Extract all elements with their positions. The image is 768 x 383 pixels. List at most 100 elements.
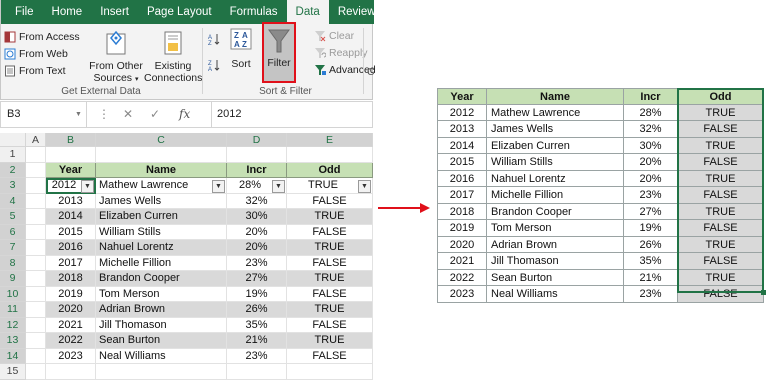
cell-odd[interactable]: TRUE	[287, 333, 373, 349]
cell-year[interactable]: 2021	[46, 317, 96, 333]
result-year-cell[interactable]: 2016	[437, 170, 487, 187]
cell-odd[interactable]: TRUE	[287, 240, 373, 256]
result-name-cell[interactable]: Jill Thomason	[487, 253, 624, 270]
tab-home[interactable]: Home	[43, 0, 92, 24]
row-header-4[interactable]: 4	[0, 193, 26, 209]
sort-za-button[interactable]: ZA	[207, 58, 221, 73]
result-odd-cell[interactable]: FALSE	[678, 121, 764, 138]
result-odd-cell[interactable]: TRUE	[678, 104, 764, 121]
cell-a11[interactable]	[26, 302, 46, 318]
cell-a15[interactable]	[26, 364, 46, 380]
cell-a9[interactable]	[26, 271, 46, 287]
result-year-cell[interactable]: 2014	[437, 137, 487, 154]
result-name-cell[interactable]: Nahuel Lorentz	[487, 170, 624, 187]
cell-empty[interactable]	[287, 364, 373, 380]
row-header-1[interactable]: 1	[0, 147, 26, 163]
cell-odd[interactable]: TRUE	[287, 302, 373, 318]
from-other-sources-button[interactable]: From Other Sources ▾	[87, 30, 145, 86]
sort-az-button[interactable]: AZ	[207, 32, 221, 47]
cell-incr[interactable]: 27%	[227, 271, 287, 287]
row-header-12[interactable]: 12	[0, 317, 26, 333]
result-incr-cell[interactable]: 35%	[624, 253, 678, 270]
cell-a8[interactable]	[26, 255, 46, 271]
filter-dropdown-icon[interactable]: ▼	[272, 180, 285, 193]
cell-odd[interactable]: TRUE ▼	[287, 178, 373, 194]
cell-year[interactable]: 2019	[46, 286, 96, 302]
result-name-cell[interactable]: Adrian Brown	[487, 236, 624, 253]
result-year-cell[interactable]: 2012	[437, 104, 487, 121]
cell-incr[interactable]: 26%	[227, 302, 287, 318]
result-incr-cell[interactable]: 23%	[624, 187, 678, 204]
result-incr-cell[interactable]: 19%	[624, 220, 678, 237]
result-name-cell[interactable]: Neal Williams	[487, 286, 624, 303]
cell-incr[interactable]: 35%	[227, 317, 287, 333]
cell-a2[interactable]	[26, 162, 46, 178]
cell-incr[interactable]: 23%	[227, 348, 287, 364]
insert-function-icon[interactable]: fx	[179, 102, 190, 127]
result-odd-cell[interactable]: FALSE	[678, 187, 764, 204]
result-odd-cell[interactable]: TRUE	[678, 236, 764, 253]
cell-name[interactable]: Nahuel Lorentz	[96, 240, 227, 256]
filter-dropdown-icon[interactable]: ▼	[81, 180, 94, 193]
result-name-cell[interactable]: Elizaben Curren	[487, 137, 624, 154]
tab-review[interactable]: Review	[329, 0, 385, 24]
column-header-d[interactable]: D	[227, 133, 287, 147]
cell-name[interactable]: William Stills	[96, 224, 227, 240]
result-name-cell[interactable]: Michelle Fillion	[487, 187, 624, 204]
row-header-13[interactable]: 13	[0, 333, 26, 349]
result-name-cell[interactable]: Mathew Lawrence	[487, 104, 624, 121]
result-year-cell[interactable]: 2015	[437, 154, 487, 171]
result-year-header[interactable]: Year	[437, 88, 487, 105]
cell-incr[interactable]: 20%	[227, 224, 287, 240]
cell-a13[interactable]	[26, 333, 46, 349]
cell-odd[interactable]: TRUE	[287, 271, 373, 287]
result-incr-header[interactable]: Incr	[624, 88, 678, 105]
result-name-cell[interactable]: Tom Merson	[487, 220, 624, 237]
cell-name[interactable]: Sean Burton	[96, 333, 227, 349]
row-header-3[interactable]: 3	[0, 178, 26, 194]
cell-name[interactable]: Brandon Cooper	[96, 271, 227, 287]
enter-check-icon[interactable]: ✓	[150, 102, 160, 127]
sort-button[interactable]: Z A A Z Sort	[226, 28, 256, 70]
row-header-2[interactable]: 2	[0, 162, 26, 178]
cell-a14[interactable]	[26, 348, 46, 364]
row-header-8[interactable]: 8	[0, 255, 26, 271]
cell-year[interactable]: 2022	[46, 333, 96, 349]
chevron-down-icon[interactable]: ▼	[75, 111, 82, 118]
result-name-cell[interactable]: Brandon Cooper	[487, 203, 624, 220]
result-incr-cell[interactable]: 23%	[624, 286, 678, 303]
result-incr-cell[interactable]: 27%	[624, 203, 678, 220]
cell-name[interactable]: Neal Williams	[96, 348, 227, 364]
result-year-cell[interactable]: 2018	[437, 203, 487, 220]
cell-incr[interactable]: 32%	[227, 193, 287, 209]
formula-input[interactable]: 2012	[211, 102, 372, 127]
tab-file[interactable]: File	[1, 0, 43, 24]
tab-data[interactable]: Data	[286, 0, 329, 24]
row-header-15[interactable]: 15	[0, 364, 26, 380]
cell-odd[interactable]: FALSE	[287, 286, 373, 302]
row-header-14[interactable]: 14	[0, 348, 26, 364]
cell-incr[interactable]: 21%	[227, 333, 287, 349]
row-header-9[interactable]: 9	[0, 271, 26, 287]
cell-empty[interactable]	[227, 364, 287, 380]
odd-header[interactable]: Odd	[287, 162, 373, 178]
column-header-c[interactable]: C	[96, 133, 227, 147]
result-odd-cell[interactable]: FALSE	[678, 154, 764, 171]
result-odd-cell[interactable]: TRUE	[678, 170, 764, 187]
cell-a3[interactable]	[26, 178, 46, 194]
cell-year[interactable]: 2016	[46, 240, 96, 256]
cell-empty[interactable]	[96, 364, 227, 380]
fill-handle[interactable]	[761, 290, 766, 295]
cell-a5[interactable]	[26, 209, 46, 225]
incr-header[interactable]: Incr	[227, 162, 287, 178]
cell-year[interactable]: 2023	[46, 348, 96, 364]
result-incr-cell[interactable]: 30%	[624, 137, 678, 154]
result-name-cell[interactable]: James Wells	[487, 121, 624, 138]
from-text-button[interactable]: From Text	[4, 62, 80, 79]
result-odd-cell[interactable]: TRUE	[678, 269, 764, 286]
tab-formulas[interactable]: Formulas	[221, 0, 287, 24]
cell-incr[interactable]: 19%	[227, 286, 287, 302]
result-name-cell[interactable]: Sean Burton	[487, 269, 624, 286]
cancel-icon[interactable]: ✕	[123, 102, 133, 127]
cell-odd[interactable]: FALSE	[287, 255, 373, 271]
